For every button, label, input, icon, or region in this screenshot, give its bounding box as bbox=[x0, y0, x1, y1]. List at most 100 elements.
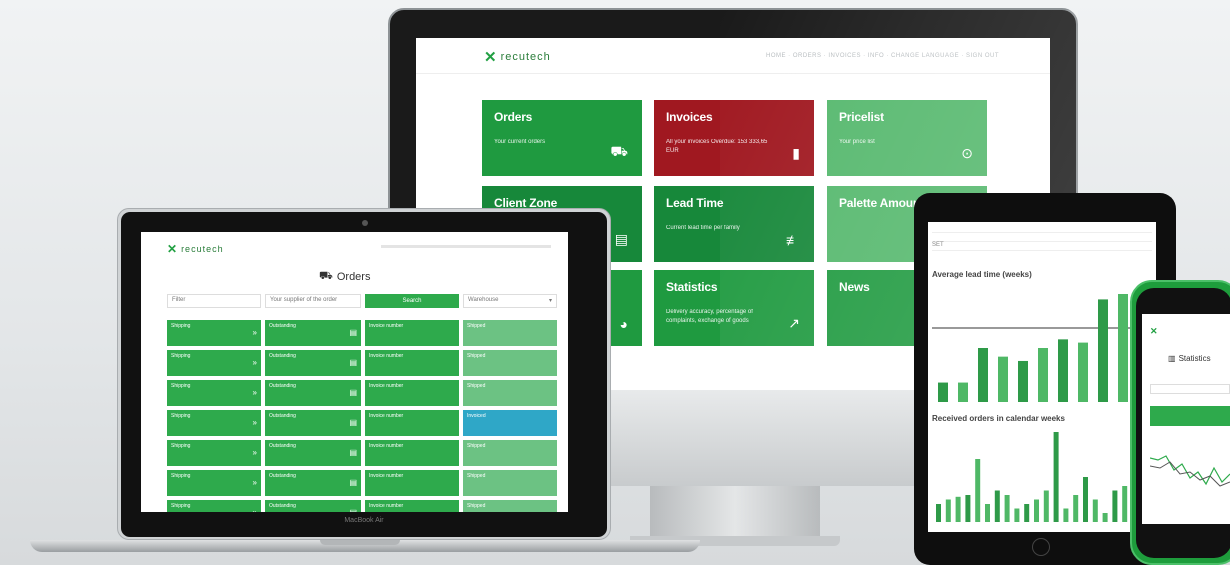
order-cell[interactable]: Outstanding ▤ bbox=[265, 320, 361, 346]
home-button[interactable] bbox=[1032, 538, 1050, 556]
tile-statistics[interactable]: Statistics Delivery accuracy, percentage… bbox=[654, 270, 814, 346]
macbook-label: MacBook Air bbox=[344, 517, 384, 524]
cell-text: Invoice number bbox=[369, 413, 404, 419]
cell-text: Shipping bbox=[171, 353, 191, 359]
cell-text: Shipping bbox=[171, 473, 191, 479]
chevron-icon: » bbox=[252, 358, 257, 367]
table-cell: SET bbox=[932, 242, 944, 248]
tile-lead-time[interactable]: Lead Time Current lead time per family ≢ bbox=[654, 186, 814, 262]
lead-bar bbox=[1038, 348, 1048, 402]
tile-pricelist[interactable]: Pricelist Your price list ⊙ bbox=[827, 100, 987, 176]
order-cell[interactable]: Shipped bbox=[463, 320, 557, 346]
order-cell[interactable]: Shipped bbox=[463, 380, 557, 406]
cell-text: Outstanding bbox=[269, 383, 296, 389]
order-cell[interactable]: Shipped bbox=[463, 440, 557, 466]
logo-mark-icon: ✕ bbox=[484, 49, 498, 66]
lead-time-chart bbox=[932, 294, 1152, 402]
select-field[interactable] bbox=[1150, 384, 1230, 394]
imac-topbar: ✕ recutech HOME · ORDERS · INVOICES · IN… bbox=[416, 38, 1050, 74]
brand-logo[interactable]: ✕ recutech bbox=[167, 242, 224, 256]
supplier-input[interactable]: Your supplier of the order bbox=[265, 294, 361, 308]
order-cell[interactable]: Outstanding ▤ bbox=[265, 500, 361, 512]
tile-desc: Your price list bbox=[839, 139, 875, 145]
tile-orders[interactable]: Orders Your current orders ⛟ bbox=[482, 100, 642, 176]
chevron-icon: » bbox=[252, 328, 257, 337]
cell-text: Shipping bbox=[171, 323, 191, 329]
select-value: Warehouse bbox=[468, 297, 499, 303]
chevron-icon: » bbox=[252, 478, 257, 487]
series-line bbox=[1150, 455, 1230, 486]
warehouse-select[interactable]: Warehouse ▾ bbox=[463, 294, 557, 308]
order-cell[interactable]: Shipping » bbox=[167, 380, 261, 406]
cell-text: Outstanding bbox=[269, 413, 296, 419]
order-cell[interactable]: Shipping » bbox=[167, 440, 261, 466]
order-cell[interactable]: Invoice number bbox=[365, 380, 459, 406]
order-cell[interactable]: Invoice number bbox=[365, 500, 459, 512]
top-navigation[interactable]: HOME · ORDERS · INVOICES · INFO · CHANGE… bbox=[766, 53, 999, 59]
cell-text: Invoice number bbox=[369, 503, 404, 509]
filter-field[interactable]: Filter bbox=[167, 294, 261, 308]
order-cell[interactable]: Outstanding ▤ bbox=[265, 380, 361, 406]
orders-chart bbox=[936, 432, 1147, 522]
tile-title: Orders bbox=[494, 110, 533, 124]
cell-text: Outstanding bbox=[269, 443, 296, 449]
order-cell[interactable]: Shipping » bbox=[167, 410, 261, 436]
tile-invoices[interactable]: Invoices All your invoices Overdue: 153 … bbox=[654, 100, 814, 176]
order-bar bbox=[955, 496, 961, 522]
cell-text: Outstanding bbox=[269, 503, 296, 509]
cell-text: Outstanding bbox=[269, 473, 296, 479]
chevron-down-icon: ▾ bbox=[548, 298, 552, 304]
order-cell[interactable]: Shipped bbox=[463, 500, 557, 512]
truck-icon: ⛟ bbox=[610, 143, 628, 159]
order-cell[interactable]: Shipping » bbox=[167, 320, 261, 346]
cell-text: Shipped bbox=[467, 473, 486, 479]
lead-bar bbox=[1118, 294, 1128, 402]
apple-logo-icon bbox=[718, 430, 752, 468]
order-cell[interactable]: Invoice number bbox=[365, 350, 459, 376]
macbook-screen: ✕ recutech ⛟ Orders Filter Your supplier… bbox=[141, 232, 568, 512]
order-bar bbox=[936, 504, 941, 522]
order-cell[interactable]: Shipping » bbox=[167, 470, 261, 496]
file-icon: ▤ bbox=[349, 328, 357, 337]
order-cell[interactable]: Invoice number bbox=[365, 470, 459, 496]
lead-bar bbox=[978, 348, 988, 402]
order-cell[interactable]: Shipped bbox=[463, 350, 557, 376]
cell-text: Shipped bbox=[467, 323, 486, 329]
order-cell[interactable]: Invoice number bbox=[365, 440, 459, 466]
brand-logo[interactable]: ✕ recutech bbox=[484, 48, 551, 66]
order-cell[interactable]: Invoice number bbox=[365, 410, 459, 436]
tile-title: Lead Time bbox=[666, 196, 724, 210]
order-bar bbox=[1073, 495, 1079, 522]
order-cell[interactable]: Outstanding ▤ bbox=[265, 350, 361, 376]
order-cell[interactable]: Outstanding ▤ bbox=[265, 410, 361, 436]
cell-text: Outstanding bbox=[269, 353, 296, 359]
statistics-card[interactable] bbox=[1150, 406, 1230, 426]
chart-icon: ↗ bbox=[788, 315, 800, 331]
order-cell[interactable]: Shipping » bbox=[167, 500, 261, 512]
search-button[interactable]: Search bbox=[365, 294, 459, 308]
order-cell[interactable]: Outstanding ▤ bbox=[265, 470, 361, 496]
order-bar bbox=[1014, 508, 1020, 522]
logo-mark-icon: ✕ bbox=[1150, 326, 1159, 336]
order-bars bbox=[936, 432, 1147, 522]
page-header: ▥ Statistics bbox=[1168, 354, 1211, 363]
pie-icon: ◕ bbox=[619, 316, 628, 332]
cell-text: Shipping bbox=[171, 503, 191, 509]
order-cell[interactable]: Outstanding ▤ bbox=[265, 440, 361, 466]
order-cell[interactable]: Shipped bbox=[463, 470, 557, 496]
order-bar bbox=[1024, 504, 1030, 522]
order-cell[interactable]: Shipping » bbox=[167, 350, 261, 376]
page-title: Orders bbox=[336, 271, 371, 283]
lead-time-heading: Average lead time (weeks) bbox=[932, 270, 1032, 279]
order-cell[interactable]: Invoice number bbox=[365, 320, 459, 346]
cell-text: Shipped bbox=[467, 353, 486, 359]
brand-logo[interactable]: ✕ bbox=[1150, 326, 1159, 337]
lead-bar bbox=[1058, 339, 1068, 402]
order-bar bbox=[1053, 432, 1059, 522]
cell-text: Shipped bbox=[467, 383, 486, 389]
cell-text: Shipped bbox=[467, 503, 486, 509]
lead-bar bbox=[958, 382, 968, 402]
cell-text: Shipping bbox=[171, 413, 191, 419]
order-cell[interactable]: Invoiced bbox=[463, 410, 557, 436]
top-navigation[interactable] bbox=[381, 245, 551, 248]
